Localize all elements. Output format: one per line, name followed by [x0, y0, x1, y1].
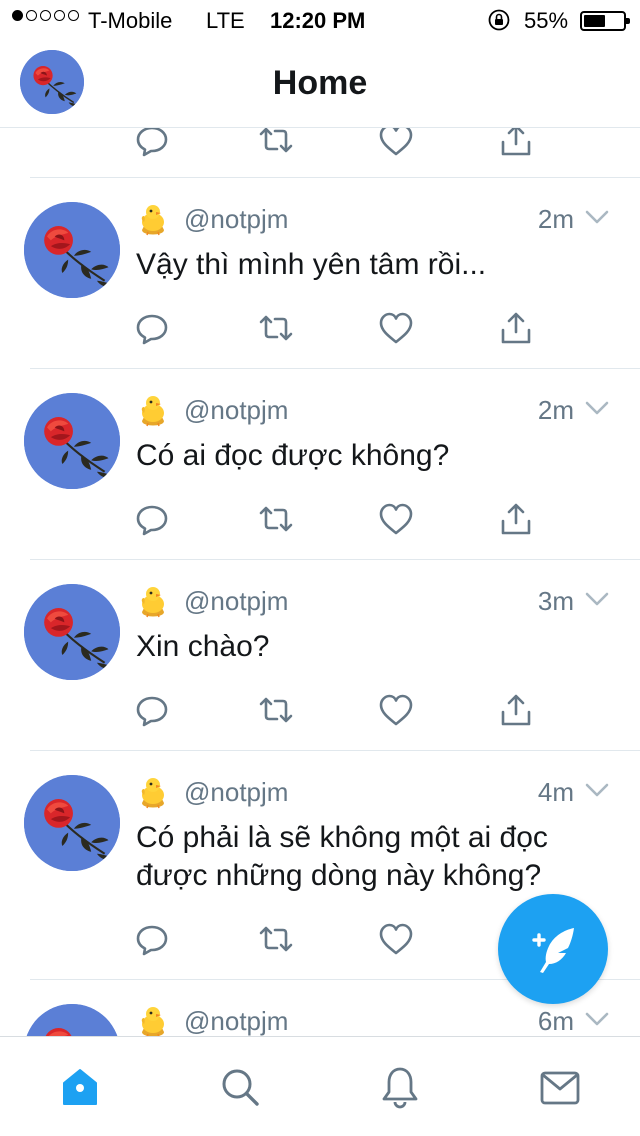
bell-icon — [382, 1067, 418, 1109]
tweet-handle[interactable]: @notpjm — [184, 204, 288, 235]
tweet-actions — [0, 692, 640, 732]
network-type: LTE — [206, 8, 245, 33]
chevron-down-icon[interactable] — [584, 781, 610, 801]
tweet-avatar[interactable] — [24, 775, 120, 871]
reply-icon[interactable] — [134, 501, 170, 537]
tweet-avatar[interactable] — [24, 1004, 120, 1036]
battery-fill — [584, 15, 605, 27]
reply-icon[interactable] — [134, 692, 170, 728]
page-title: Home — [272, 64, 368, 102]
status-bar: T-Mobile LTE 12:20 PM 55% — [0, 0, 640, 40]
bottom-tab-bar — [0, 1036, 640, 1136]
heart-icon[interactable] — [378, 921, 414, 957]
home-icon — [63, 1069, 97, 1105]
tweet-actions — [0, 310, 640, 350]
envelope-icon — [540, 1071, 580, 1105]
battery-percentage: 55% — [524, 8, 569, 33]
baby-chick-icon — [141, 586, 165, 618]
share-icon[interactable] — [498, 501, 534, 537]
tweet-actions — [0, 128, 640, 162]
tweet[interactable]: @notpjm 2m Có ai đọc được không? — [0, 369, 640, 560]
tweet-timestamp: 2m — [537, 395, 574, 425]
share-icon[interactable] — [498, 310, 534, 346]
tweet-timestamp: 2m — [537, 204, 574, 234]
reply-icon[interactable] — [134, 128, 170, 158]
heart-icon[interactable] — [378, 501, 414, 537]
tweet-text: Xin chào? — [136, 630, 270, 663]
heart-icon[interactable] — [378, 692, 414, 728]
reply-icon[interactable] — [134, 921, 170, 957]
tweet-actions — [0, 501, 640, 541]
baby-chick-icon — [141, 395, 165, 427]
tweet-handle[interactable]: @notpjm — [184, 395, 288, 426]
clock: 12:20 PM — [270, 8, 366, 33]
chevron-down-icon[interactable] — [584, 590, 610, 610]
tweet-handle[interactable]: @notpjm — [184, 1006, 288, 1036]
heart-icon[interactable] — [378, 310, 414, 346]
retweet-icon[interactable] — [258, 128, 294, 158]
baby-chick-icon — [141, 204, 165, 236]
tweet[interactable]: @notpjm 2m Vậy thì mình yên tâm rồi... — [0, 178, 640, 369]
tweet-timestamp: 6m — [537, 1006, 574, 1036]
retweet-icon[interactable] — [258, 501, 294, 537]
battery-icon — [580, 11, 630, 31]
tweet[interactable]: @notpjm 3m Xin chào? — [0, 560, 640, 751]
retweet-icon[interactable] — [258, 921, 294, 957]
chevron-down-icon[interactable] — [584, 399, 610, 419]
reply-icon[interactable] — [134, 310, 170, 346]
tweet-handle[interactable]: @notpjm — [184, 777, 288, 808]
carrier-name: T-Mobile — [88, 8, 173, 33]
compose-tweet-icon — [532, 928, 574, 973]
heart-icon[interactable] — [378, 128, 414, 158]
tweet-avatar[interactable] — [24, 202, 120, 298]
baby-chick-icon — [141, 777, 165, 809]
share-icon[interactable] — [498, 128, 534, 158]
tweet-timestamp: 4m — [537, 777, 574, 807]
tweet-text: Có phải là sẽ không một ai đọc được nhữn… — [136, 821, 548, 892]
rotation-lock-icon — [488, 9, 510, 31]
tweet-timestamp: 3m — [537, 586, 574, 616]
tweet-text: Có ai đọc được không? — [136, 439, 450, 472]
retweet-icon[interactable] — [258, 692, 294, 728]
signal-strength-icon — [12, 10, 79, 21]
app-screen: T-Mobile LTE 12:20 PM 55% Home @notpjm 2… — [0, 0, 640, 1136]
tweet-avatar[interactable] — [24, 393, 120, 489]
compose-tweet-button[interactable] — [498, 894, 608, 1004]
tweet-handle[interactable]: @notpjm — [184, 586, 288, 617]
share-icon[interactable] — [498, 692, 534, 728]
tweet-avatar[interactable] — [24, 584, 120, 680]
tweet-text: Vậy thì mình yên tâm rồi... — [136, 248, 487, 281]
retweet-icon[interactable] — [258, 310, 294, 346]
search-icon — [222, 1069, 259, 1106]
tab-search[interactable] — [218, 1065, 262, 1109]
chevron-down-icon[interactable] — [584, 1010, 610, 1030]
tab-home[interactable] — [58, 1065, 102, 1109]
tab-notifications[interactable] — [378, 1065, 422, 1109]
chevron-down-icon[interactable] — [584, 208, 610, 228]
baby-chick-icon — [141, 1006, 165, 1036]
tab-messages[interactable] — [538, 1065, 582, 1109]
nav-header: Home — [0, 40, 640, 128]
